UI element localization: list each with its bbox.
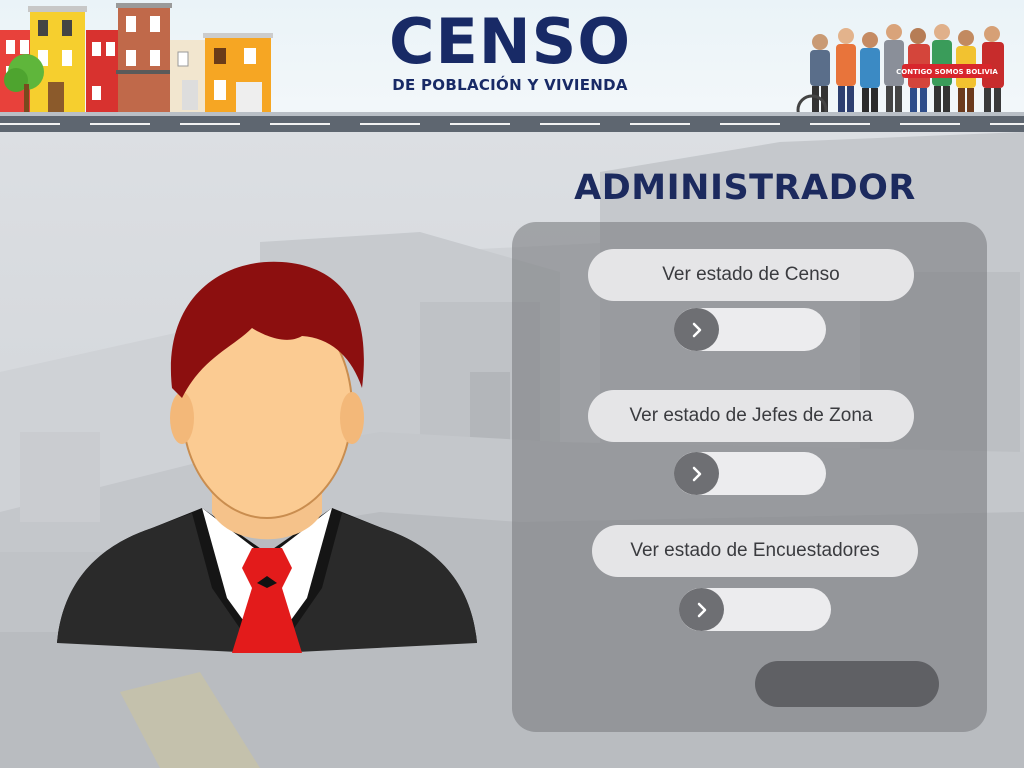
go-button-jefes-de-zona[interactable]	[674, 452, 826, 495]
chevron-right-icon	[674, 308, 719, 351]
menu-item-label-censo: Ver estado de Censo	[588, 249, 914, 301]
back-button[interactable]	[755, 661, 939, 707]
logo-title: CENSO	[388, 5, 632, 78]
chevron-right-icon	[679, 588, 724, 631]
chevron-right-icon	[674, 452, 719, 495]
go-button-censo[interactable]	[674, 308, 826, 351]
logo-subtitle: DE POBLACIÓN Y VIVIENDA	[392, 76, 628, 94]
menu-item-label-jefes-de-zona: Ver estado de Jefes de Zona	[588, 390, 914, 442]
header-banner: CENSO DE POBLACIÓN Y VIVIENDA CONTIGO SO…	[0, 0, 1024, 132]
admin-avatar	[57, 261, 477, 653]
role-title: ADMINISTRADOR	[574, 168, 916, 208]
banner-text: CONTIGO SOMOS BOLIVIA	[896, 68, 998, 76]
go-button-encuestadores[interactable]	[679, 588, 831, 631]
houses-illustration	[0, 3, 273, 116]
road-lines	[0, 123, 1024, 125]
census-logo: CENSO DE POBLACIÓN Y VIVIENDA	[360, 5, 660, 95]
menu-item-label-encuestadores: Ver estado de Encuestadores	[592, 525, 918, 577]
